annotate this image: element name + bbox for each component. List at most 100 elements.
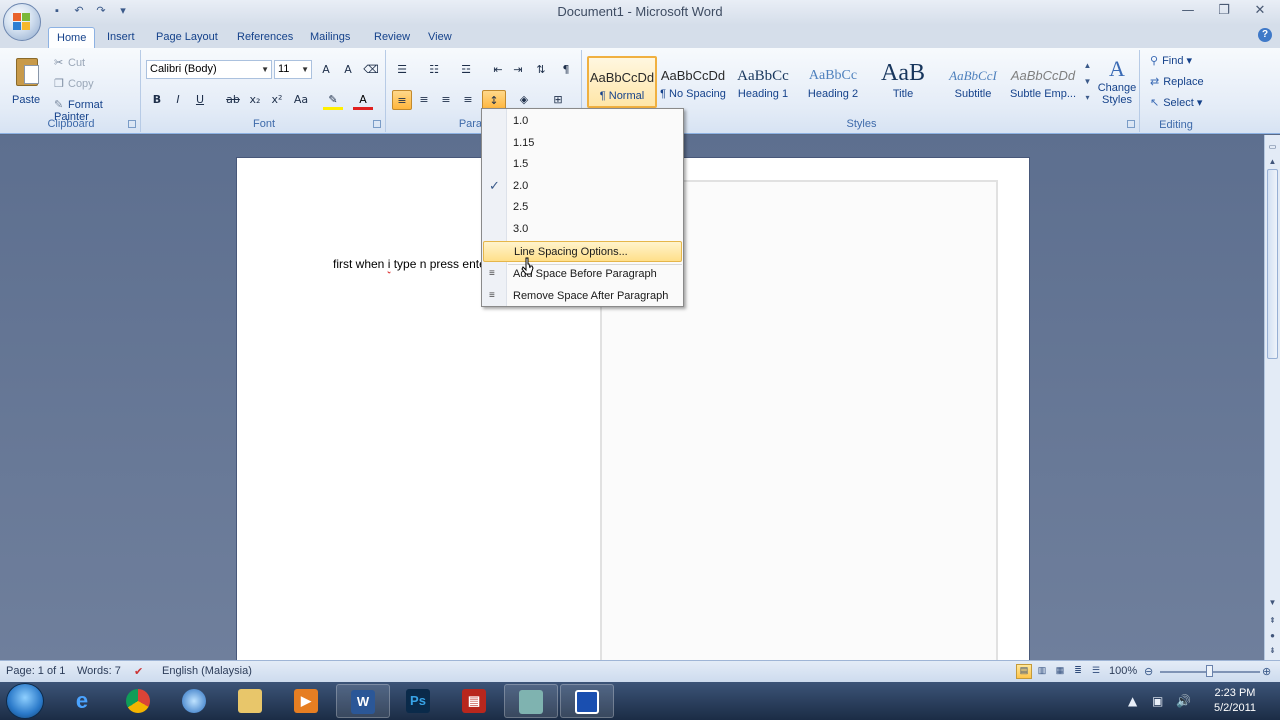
styles-launcher-icon[interactable]: [1127, 120, 1135, 128]
tab-review[interactable]: Review: [366, 27, 418, 48]
select-button[interactable]: ↖ Select ▾: [1150, 96, 1202, 109]
line-spacing-2-0[interactable]: ✓ 2.0: [483, 176, 682, 197]
clear-formatting-button[interactable]: ⌫: [361, 60, 381, 80]
network-icon[interactable]: ▣: [1152, 694, 1163, 708]
zoom-out-icon[interactable]: ⊖: [1144, 665, 1153, 678]
clipboard-launcher-icon[interactable]: [128, 120, 136, 128]
increase-indent-button[interactable]: ⇥: [508, 60, 528, 80]
taskbar-video[interactable]: ▶: [280, 684, 334, 718]
outline-icon[interactable]: ≣: [1070, 664, 1086, 679]
justify-button[interactable]: ≡: [458, 90, 478, 110]
taskbar-ie[interactable]: e: [56, 684, 110, 718]
taskbar-chrome[interactable]: [112, 684, 166, 718]
font-name-field[interactable]: Calibri (Body) ▼: [146, 60, 272, 79]
draft-icon[interactable]: ☰: [1088, 664, 1104, 679]
tab-insert[interactable]: Insert: [99, 27, 143, 48]
scroll-down-icon[interactable]: ▼: [1265, 595, 1280, 610]
start-button[interactable]: [6, 683, 44, 719]
minimize-button[interactable]: —: [1176, 1, 1200, 21]
language[interactable]: English (Malaysia): [162, 665, 252, 677]
grow-font-button[interactable]: A: [316, 60, 336, 80]
styles-gallery-scroll[interactable]: ▲ ▼ ▾: [1082, 58, 1093, 110]
align-center-button[interactable]: ≡: [414, 90, 434, 110]
font-launcher-icon[interactable]: [373, 120, 381, 128]
bullets-button[interactable]: ☰: [392, 60, 412, 80]
scroll-thumb[interactable]: [1267, 169, 1278, 359]
tab-references[interactable]: References: [229, 27, 301, 48]
subscript-button[interactable]: x₂: [245, 90, 265, 110]
line-spacing-1-0[interactable]: 1.0: [483, 111, 682, 132]
style-no-spacing[interactable]: AaBbCcDd ¶ No Spacing: [658, 56, 728, 108]
copy-button[interactable]: ❐ Copy: [54, 77, 94, 90]
underline-button[interactable]: U: [190, 90, 210, 110]
strikethrough-button[interactable]: ab: [223, 90, 243, 110]
line-spacing-options[interactable]: Line Spacing Options...: [483, 241, 682, 262]
taskbar-media[interactable]: [168, 684, 222, 718]
decrease-indent-button[interactable]: ⇤: [488, 60, 508, 80]
show-hide-button[interactable]: ¶: [556, 60, 576, 80]
style-heading-1[interactable]: AaBbCc Heading 1: [728, 56, 798, 108]
ruler-toggle-icon[interactable]: ▭: [1265, 139, 1280, 154]
tab-view[interactable]: View: [420, 27, 460, 48]
word-count[interactable]: Words: 7: [77, 665, 121, 677]
paste-button[interactable]: Paste: [10, 54, 46, 110]
style-normal[interactable]: AaBbCcDd ¶ Normal: [587, 56, 657, 108]
sort-button[interactable]: ⇅: [531, 60, 551, 80]
close-button[interactable]: ✕: [1248, 1, 1272, 21]
replace-button[interactable]: ⇄ Replace: [1150, 75, 1204, 88]
taskbar-app[interactable]: [504, 684, 558, 718]
style-title[interactable]: AaB Title: [868, 56, 938, 108]
style-subtitle[interactable]: AaBbCcI Subtitle: [938, 56, 1008, 108]
line-spacing-1-5[interactable]: 1.5: [483, 154, 682, 175]
style-heading-2[interactable]: AaBbCc Heading 2: [798, 56, 868, 108]
page-count[interactable]: Page: 1 of 1: [6, 665, 65, 677]
align-left-button[interactable]: ≡: [392, 90, 412, 110]
zoom-slider-thumb[interactable]: [1206, 665, 1213, 677]
taskbar-explorer[interactable]: [224, 684, 278, 718]
line-spacing-button[interactable]: ↕: [482, 90, 506, 110]
show-hidden-icons[interactable]: ▲: [1128, 694, 1137, 708]
bold-button[interactable]: B: [147, 90, 167, 110]
volume-icon[interactable]: 🔊: [1176, 694, 1191, 708]
add-space-before-paragraph[interactable]: ≡ Add Space Before Paragraph: [483, 264, 682, 285]
taskbar-word[interactable]: W: [336, 684, 390, 718]
find-button[interactable]: ⚲ Find ▾: [1150, 54, 1192, 67]
restore-button[interactable]: ❐: [1212, 1, 1236, 21]
taskbar-capture[interactable]: [560, 684, 614, 718]
scroll-up-icon[interactable]: ▲: [1265, 154, 1280, 169]
line-spacing-3-0[interactable]: 3.0: [483, 219, 682, 240]
change-case-button[interactable]: Aa: [291, 90, 311, 110]
tab-mailings[interactable]: Mailings: [302, 27, 358, 48]
font-size-field[interactable]: 11 ▼: [274, 60, 312, 79]
taskbar-photoshop[interactable]: Ps: [392, 684, 446, 718]
print-layout-icon[interactable]: ▤: [1016, 664, 1032, 679]
line-spacing-1-15[interactable]: 1.15: [483, 133, 682, 154]
highlight-color-button[interactable]: ✎: [323, 90, 343, 110]
document-text[interactable]: first when i type n press enter,: [333, 257, 492, 271]
vertical-scrollbar[interactable]: ▭ ▲ ▼ ⇞ ● ⇟: [1264, 135, 1280, 660]
clock[interactable]: 2:23 PM 5/2/2011: [1214, 686, 1256, 716]
browse-object-icon[interactable]: ●: [1265, 628, 1280, 643]
line-spacing-2-5[interactable]: 2.5: [483, 197, 682, 218]
italic-button[interactable]: I: [168, 90, 188, 110]
taskbar-pdf[interactable]: ▤: [448, 684, 502, 718]
shrink-font-button[interactable]: A: [338, 60, 358, 80]
zoom-in-icon[interactable]: ⊕: [1262, 665, 1271, 678]
style-subtle-emphasis[interactable]: AaBbCcDd Subtle Emp...: [1008, 56, 1078, 108]
tab-page-layout[interactable]: Page Layout: [148, 27, 226, 48]
numbering-button[interactable]: ☷: [424, 60, 444, 80]
remove-space-after-paragraph[interactable]: ≡ Remove Space After Paragraph: [483, 286, 682, 307]
superscript-button[interactable]: x²: [267, 90, 287, 110]
multilevel-list-button[interactable]: ☲: [456, 60, 476, 80]
help-icon[interactable]: ?: [1258, 28, 1272, 42]
next-page-icon[interactable]: ⇟: [1265, 643, 1280, 658]
full-screen-reading-icon[interactable]: ▥: [1034, 664, 1050, 679]
proofing-icon[interactable]: ✔: [134, 665, 143, 678]
prev-page-icon[interactable]: ⇞: [1265, 613, 1280, 628]
align-right-button[interactable]: ≡: [436, 90, 456, 110]
font-color-button[interactable]: A: [353, 90, 373, 110]
borders-button[interactable]: ⊞: [548, 90, 568, 110]
web-layout-icon[interactable]: ▦: [1052, 664, 1068, 679]
shading-button[interactable]: ◈: [514, 90, 534, 110]
cut-button[interactable]: ✂ Cut: [54, 56, 85, 69]
